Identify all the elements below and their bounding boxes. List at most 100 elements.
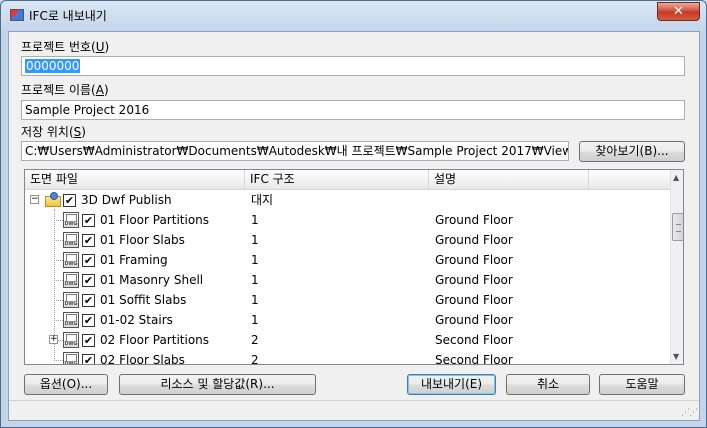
- dwg-file-icon: DWG: [63, 292, 79, 308]
- row-checkbox[interactable]: ✔: [82, 314, 95, 327]
- row-checkbox[interactable]: ✔: [82, 234, 95, 247]
- status-bar: ⋰⋰: [9, 400, 699, 420]
- options-button[interactable]: 옵션(O)...: [24, 374, 108, 395]
- tree-line: [54, 360, 63, 361]
- drawing-file-name: 01 Floor Partitions: [100, 213, 210, 227]
- export-ifc-dialog: IFC로 내보내기 ✕ 프로젝트 번호(U) 0000000 프로젝트 이름(A…: [0, 0, 707, 428]
- tree-line: [54, 240, 63, 241]
- file-type-tag: DWG: [64, 341, 78, 347]
- row-checkbox[interactable]: ✔: [82, 274, 95, 287]
- collapse-icon[interactable]: −: [30, 195, 39, 204]
- project-name-label: 프로젝트 이름(A): [21, 83, 109, 97]
- ifc-structure-cell[interactable]: 1: [251, 290, 259, 310]
- description-cell[interactable]: Second Floor: [435, 350, 513, 364]
- drawing-file-name: 01 Masonry Shell: [100, 273, 204, 287]
- description-cell[interactable]: Ground Floor: [435, 290, 513, 310]
- tree-line: [54, 300, 63, 301]
- row-checkbox[interactable]: ✔: [82, 214, 95, 227]
- help-button[interactable]: 도움말: [599, 374, 685, 395]
- ifc-structure-cell[interactable]: 1: [251, 270, 259, 290]
- dwg-file-icon: DWG: [63, 212, 79, 228]
- scroll-up-arrow-icon[interactable]: ▲: [673, 173, 679, 182]
- resources-button[interactable]: 리소스 및 할당값(R)...: [119, 374, 316, 395]
- description-cell[interactable]: Ground Floor: [435, 270, 513, 290]
- cancel-button[interactable]: 취소: [506, 374, 590, 395]
- project-number-field[interactable]: 0000000: [21, 56, 685, 76]
- row-checkbox[interactable]: ✔: [63, 194, 76, 207]
- description-cell[interactable]: Ground Floor: [435, 310, 513, 330]
- grid-header: 도면 파일 IFC 구조 설명: [25, 170, 670, 190]
- file-type-tag: DWG: [64, 281, 78, 287]
- dwg-file-icon: DWG: [63, 272, 79, 288]
- ifc-structure-cell[interactable]: 2: [251, 350, 259, 364]
- row-checkbox[interactable]: ✔: [82, 294, 95, 307]
- dwg-file-icon: DWG: [63, 232, 79, 248]
- description-cell[interactable]: Second Floor: [435, 330, 513, 350]
- description-cell[interactable]: Ground Floor: [435, 250, 513, 270]
- row-checkbox[interactable]: ✔: [82, 354, 95, 364]
- table-row[interactable]: DWG ✔ 01 Masonry Shell 1 Ground Floor: [25, 270, 670, 290]
- tree-line: [54, 260, 63, 261]
- file-type-tag: DWG: [64, 361, 78, 365]
- browse-button[interactable]: 찾아보기(B)...: [579, 141, 685, 162]
- dialog-body: 프로젝트 번호(U) 0000000 프로젝트 이름(A) Sample Pro…: [8, 31, 700, 421]
- drawing-files-grid: 도면 파일 IFC 구조 설명 − ✔ 3D Dwf Publish 대지 DWG ✔ 01…: [24, 169, 684, 365]
- dwg-file-icon: DWG: [63, 312, 79, 328]
- tree-line: [54, 220, 63, 221]
- table-row[interactable]: DWG ✔ 01 Floor Partitions 1 Ground Floor: [25, 210, 670, 230]
- table-row[interactable]: DWG ✔ 01 Framing 1 Ground Floor: [25, 250, 670, 270]
- ifc-structure-cell[interactable]: 1: [251, 230, 259, 250]
- column-drawing-file[interactable]: 도면 파일: [25, 170, 245, 190]
- description-cell[interactable]: Ground Floor: [435, 230, 513, 250]
- scroll-thumb[interactable]: [672, 213, 683, 241]
- table-row[interactable]: DWG ✔ 01 Floor Slabs 1 Ground Floor: [25, 230, 670, 250]
- ifc-structure-cell[interactable]: 대지: [251, 190, 273, 210]
- title-bar[interactable]: IFC로 내보내기 ✕: [1, 1, 706, 31]
- column-ifc-structure[interactable]: IFC 구조: [245, 170, 429, 190]
- project-folder-icon: [45, 192, 62, 208]
- resize-grip-icon[interactable]: ⋰⋰: [681, 408, 698, 418]
- dwg-file-icon: DWG: [63, 352, 79, 365]
- window-title: IFC로 내보내기: [29, 9, 107, 23]
- drawing-file-name: 01 Floor Slabs: [100, 233, 185, 247]
- ifc-structure-cell[interactable]: 1: [251, 310, 259, 330]
- project-name-field[interactable]: Sample Project 2016: [21, 100, 685, 120]
- row-checkbox[interactable]: ✔: [82, 254, 95, 267]
- drawing-file-name: 3D Dwf Publish: [81, 193, 172, 207]
- expand-icon[interactable]: +: [49, 335, 58, 344]
- ifc-structure-cell[interactable]: 1: [251, 250, 259, 270]
- dwg-file-icon: DWG: [63, 252, 79, 268]
- scroll-down-arrow-icon[interactable]: ▼: [673, 352, 679, 361]
- project-number-value: 0000000: [25, 59, 81, 73]
- row-checkbox[interactable]: ✔: [82, 334, 95, 347]
- ifc-structure-cell[interactable]: 1: [251, 210, 259, 230]
- table-row[interactable]: DWG ✔ 01-02 Stairs 1 Ground Floor: [25, 310, 670, 330]
- export-button[interactable]: 내보내기(E): [407, 374, 496, 395]
- vertical-scrollbar[interactable]: ▲ ▼: [670, 170, 683, 364]
- tree-line: [54, 280, 63, 281]
- column-description[interactable]: 설명: [429, 170, 589, 190]
- drawing-file-name: 01-02 Stairs: [100, 313, 173, 327]
- file-type-tag: DWG: [64, 301, 78, 307]
- dwg-file-icon: DWG: [63, 332, 79, 348]
- file-type-tag: DWG: [64, 261, 78, 267]
- drawing-file-name: 01 Framing: [100, 253, 168, 267]
- file-type-tag: DWG: [64, 241, 78, 247]
- save-location-field[interactable]: C:₩Users₩Administrator₩Documents₩Autodes…: [21, 141, 569, 161]
- description-cell[interactable]: Ground Floor: [435, 210, 513, 230]
- drawing-file-name: 02 Floor Partitions: [100, 333, 210, 347]
- table-row[interactable]: DWG ✔ 02 Floor Slabs 2 Second Floor: [25, 350, 670, 365]
- file-type-tag: DWG: [64, 321, 78, 327]
- table-row[interactable]: + DWG ✔ 02 Floor Partitions 2 Second Floor: [25, 330, 670, 350]
- ifc-structure-cell[interactable]: 2: [251, 330, 259, 350]
- project-number-label: 프로젝트 번호(U): [21, 40, 110, 54]
- drawing-file-name: 02 Floor Slabs: [100, 353, 185, 365]
- drawing-file-name: 01 Soffit Slabs: [100, 293, 187, 307]
- table-row[interactable]: DWG ✔ 01 Soffit Slabs 1 Ground Floor: [25, 290, 670, 310]
- close-button[interactable]: ✕: [657, 2, 700, 21]
- table-row[interactable]: − ✔ 3D Dwf Publish 대지: [25, 190, 670, 210]
- file-type-tag: DWG: [64, 221, 78, 227]
- tree-line: [54, 320, 63, 321]
- app-icon: [10, 9, 24, 21]
- save-location-label: 저장 위치(S): [21, 125, 86, 139]
